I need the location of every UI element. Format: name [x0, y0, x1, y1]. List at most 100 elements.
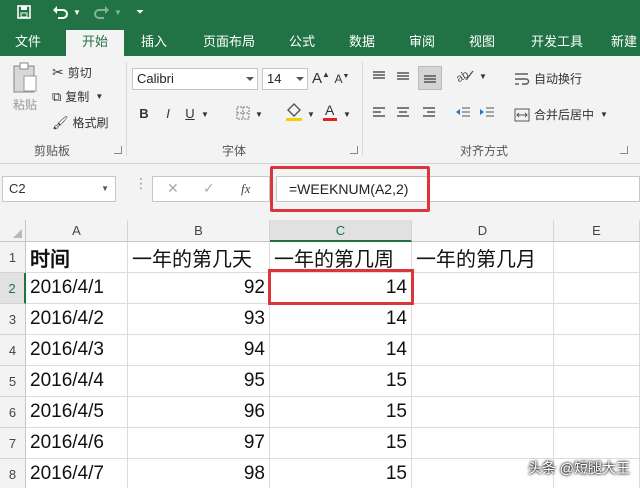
cell-c3[interactable]: 14: [270, 304, 412, 335]
border-icon[interactable]: [234, 106, 252, 123]
fill-color-icon[interactable]: [284, 102, 304, 125]
name-box-dropdown-icon[interactable]: ▼: [101, 177, 109, 201]
cancel-icon[interactable]: ✕: [167, 180, 179, 197]
cell-b7[interactable]: 97: [128, 428, 270, 459]
row-header[interactable]: 7: [0, 428, 26, 459]
align-bottom-icon[interactable]: [418, 66, 442, 90]
cell-a3[interactable]: 2016/4/2: [26, 304, 128, 335]
clipboard-launcher-icon[interactable]: [114, 146, 122, 154]
tab-data[interactable]: 数据: [338, 30, 386, 56]
cell-a2[interactable]: 2016/4/1: [26, 273, 128, 304]
tab-view[interactable]: 视图: [458, 30, 506, 56]
cell-c5[interactable]: 15: [270, 366, 412, 397]
paste-button[interactable]: 粘贴: [8, 62, 42, 113]
font-name-select[interactable]: Calibri: [132, 68, 258, 90]
font-color-icon[interactable]: A: [320, 102, 340, 125]
cell-d7[interactable]: [412, 428, 554, 459]
redo-dropdown-icon[interactable]: ▼: [113, 2, 123, 22]
row-header[interactable]: 2: [0, 273, 26, 304]
shrink-font-icon[interactable]: A▼: [334, 72, 350, 86]
row-header[interactable]: 5: [0, 366, 26, 397]
cell-e7[interactable]: [554, 428, 640, 459]
cell-d6[interactable]: [412, 397, 554, 428]
undo-dropdown-icon[interactable]: ▼: [72, 2, 82, 22]
format-painter-button[interactable]: 🖌 格式刷: [52, 114, 109, 131]
column-header-b[interactable]: B: [128, 220, 270, 242]
row-header[interactable]: 6: [0, 397, 26, 428]
align-right-icon[interactable]: [420, 106, 438, 121]
cell-b8[interactable]: 98: [128, 459, 270, 488]
decrease-indent-icon[interactable]: [454, 106, 472, 121]
column-header-d[interactable]: D: [412, 220, 554, 242]
cell-d1[interactable]: 一年的第几月: [412, 242, 554, 273]
row-header[interactable]: 1: [0, 242, 26, 273]
save-icon[interactable]: [14, 2, 34, 22]
font-size-select[interactable]: 14: [262, 68, 308, 90]
tab-formulas[interactable]: 公式: [278, 30, 326, 56]
cell-d2[interactable]: [412, 273, 554, 304]
cut-button[interactable]: ✂ 剪切: [52, 64, 92, 81]
cell-c4[interactable]: 14: [270, 335, 412, 366]
cell-c8[interactable]: 15: [270, 459, 412, 488]
font-launcher-icon[interactable]: [350, 146, 358, 154]
cell-e5[interactable]: [554, 366, 640, 397]
align-center-icon[interactable]: [394, 106, 412, 121]
cell-b4[interactable]: 94: [128, 335, 270, 366]
cell-a7[interactable]: 2016/4/6: [26, 428, 128, 459]
select-all-corner[interactable]: [0, 220, 26, 242]
cell-b5[interactable]: 95: [128, 366, 270, 397]
row-header[interactable]: 4: [0, 335, 26, 366]
tab-home[interactable]: 开始: [66, 30, 124, 56]
bold-button[interactable]: B: [136, 106, 152, 121]
cell-b2[interactable]: 92: [128, 273, 270, 304]
align-top-icon[interactable]: [370, 70, 388, 85]
customize-toolbar-icon[interactable]: ⏷: [134, 2, 146, 22]
underline-dropdown-icon[interactable]: ▼: [200, 110, 210, 119]
enter-check-icon[interactable]: ✓: [203, 180, 215, 197]
cell-e2[interactable]: [554, 273, 640, 304]
wrap-text-button[interactable]: 自动换行: [514, 70, 582, 87]
column-header-c[interactable]: C: [270, 220, 412, 242]
cell-a1[interactable]: 时间: [26, 242, 128, 273]
tab-file[interactable]: 文件: [6, 30, 50, 56]
insert-function-icon[interactable]: fx: [241, 181, 250, 197]
cell-e3[interactable]: [554, 304, 640, 335]
underline-button[interactable]: U: [182, 106, 198, 121]
merge-dropdown-icon[interactable]: ▼: [600, 110, 608, 119]
name-box[interactable]: C2 ▼: [2, 176, 116, 202]
tab-new[interactable]: 新建: [604, 30, 640, 56]
copy-dropdown-icon[interactable]: ▼: [95, 92, 103, 101]
fill-color-dropdown-icon[interactable]: ▼: [306, 110, 316, 119]
tab-developer[interactable]: 开发工具: [520, 30, 594, 56]
orientation-icon[interactable]: ab: [454, 68, 476, 85]
cell-e4[interactable]: [554, 335, 640, 366]
cell-b3[interactable]: 93: [128, 304, 270, 335]
row-header[interactable]: 8: [0, 459, 26, 488]
font-color-dropdown-icon[interactable]: ▼: [342, 110, 352, 119]
cell-d3[interactable]: [412, 304, 554, 335]
row-header[interactable]: 3: [0, 304, 26, 335]
align-left-icon[interactable]: [370, 106, 388, 121]
increase-indent-icon[interactable]: [478, 106, 496, 121]
undo-icon[interactable]: [50, 2, 70, 22]
cell-a6[interactable]: 2016/4/5: [26, 397, 128, 428]
orientation-dropdown-icon[interactable]: ▼: [478, 72, 488, 81]
alignment-launcher-icon[interactable]: [620, 146, 628, 154]
column-header-e[interactable]: E: [554, 220, 640, 242]
redo-icon[interactable]: [92, 2, 112, 22]
tab-page-layout[interactable]: 页面布局: [192, 30, 266, 56]
cell-a8[interactable]: 2016/4/7: [26, 459, 128, 488]
column-header-a[interactable]: A: [26, 220, 128, 242]
cell-a4[interactable]: 2016/4/3: [26, 335, 128, 366]
cell-b6[interactable]: 96: [128, 397, 270, 428]
cell-d4[interactable]: [412, 335, 554, 366]
cell-a5[interactable]: 2016/4/4: [26, 366, 128, 397]
tab-insert[interactable]: 插入: [130, 30, 178, 56]
merge-center-button[interactable]: 合并后居中 ▼: [514, 106, 608, 123]
cell-b1[interactable]: 一年的第几天: [128, 242, 270, 273]
align-middle-icon[interactable]: [394, 70, 412, 85]
cell-d5[interactable]: [412, 366, 554, 397]
cell-e1[interactable]: [554, 242, 640, 273]
cell-c7[interactable]: 15: [270, 428, 412, 459]
border-dropdown-icon[interactable]: ▼: [254, 110, 264, 119]
